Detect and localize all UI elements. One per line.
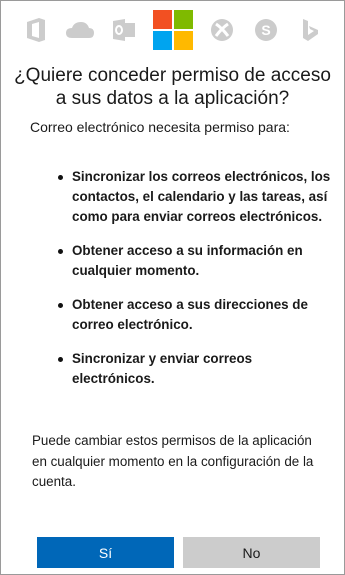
permission-text: Obtener acceso a su información en cualq…: [72, 243, 303, 278]
permission-item: Obtener acceso a su información en cualq…: [41, 241, 331, 281]
yes-button[interactable]: Sí: [37, 537, 174, 568]
bullet-icon: [58, 175, 63, 180]
outlook-icon: [109, 15, 139, 45]
permission-text: Sincronizar los correos electrónicos, lo…: [72, 169, 331, 224]
intro-text: Correo electrónico necesita permiso para…: [30, 119, 290, 135]
permission-text: Obtener acceso a sus direcciones de corr…: [72, 297, 308, 332]
permission-list: Sincronizar los correos electrónicos, lo…: [41, 167, 331, 403]
svg-text:S: S: [261, 22, 270, 38]
app-icon-row: S: [1, 10, 344, 50]
permission-text: Sincronizar y enviar correos electrónico…: [72, 351, 253, 386]
bullet-icon: [58, 357, 63, 362]
office-icon: [21, 15, 51, 45]
microsoft-logo-icon: [152, 9, 194, 51]
button-bar: Sí No: [37, 537, 320, 568]
bullet-icon: [58, 249, 63, 254]
permission-item: Obtener acceso a sus direcciones de corr…: [41, 295, 331, 335]
footer-text: Puede cambiar estos permisos de la aplic…: [32, 433, 314, 489]
consent-dialog: S ¿Quiere conceder permiso de acceso a s…: [0, 0, 345, 575]
bing-icon: [295, 15, 325, 45]
no-button[interactable]: No: [183, 537, 320, 568]
bullet-icon: [58, 303, 63, 308]
onedrive-icon: [65, 15, 95, 45]
dialog-title: ¿Quiere conceder permiso de acceso a sus…: [14, 65, 331, 109]
permission-item: Sincronizar los correos electrónicos, lo…: [41, 167, 331, 227]
skype-icon: S: [251, 15, 281, 45]
xbox-icon: [207, 15, 237, 45]
permission-item: Sincronizar y enviar correos electrónico…: [41, 349, 331, 389]
